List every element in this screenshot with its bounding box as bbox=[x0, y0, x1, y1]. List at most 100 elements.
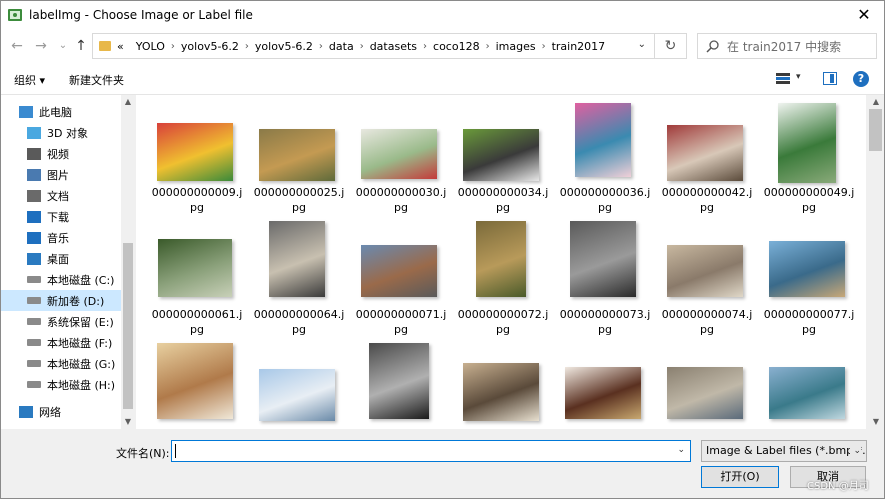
chevron-down-icon[interactable]: ⌄ bbox=[638, 39, 646, 50]
chevron-right-icon: › bbox=[485, 40, 490, 52]
drive-icon bbox=[27, 360, 41, 367]
file-list-scroll-thumb[interactable] bbox=[869, 109, 882, 151]
nav-scrollbar[interactable]: ▲ ▼ bbox=[121, 95, 135, 429]
sidebar-item[interactable]: 桌面 bbox=[1, 248, 121, 269]
file-item[interactable]: 000000000061.j pg bbox=[149, 217, 245, 336]
sidebar-item[interactable]: 网络 bbox=[1, 401, 121, 422]
computer-icon bbox=[19, 105, 33, 118]
sidebar-item-label: 文档 bbox=[47, 189, 69, 203]
sidebar-item[interactable]: 文档 bbox=[1, 185, 121, 206]
breadcrumb-train2017[interactable]: train2017 bbox=[552, 40, 606, 53]
sidebar-item[interactable]: 音乐 bbox=[1, 227, 121, 248]
file-item[interactable]: 000000000094.jpg bbox=[659, 339, 755, 429]
file-item[interactable]: 000000000092.jpg bbox=[557, 339, 653, 429]
filename-input[interactable]: ⌄ bbox=[171, 440, 691, 462]
file-name-ext: pg bbox=[292, 323, 306, 336]
file-name-ext: pg bbox=[394, 201, 408, 214]
image-thumbnail bbox=[769, 367, 845, 419]
address-bar[interactable]: « YOLO › yolov5-6.2 › yolov5-6.2 › data … bbox=[92, 33, 655, 59]
file-item[interactable]: 000000000072.j pg bbox=[455, 217, 551, 336]
file-name-ext: pg bbox=[394, 323, 408, 336]
chevron-down-icon[interactable]: ⌄ bbox=[677, 445, 685, 455]
refresh-button[interactable]: ↻ bbox=[655, 33, 687, 59]
forward-button[interactable]: → bbox=[31, 37, 51, 55]
scroll-down-icon[interactable]: ▼ bbox=[121, 415, 135, 429]
sidebar-item-label: 音乐 bbox=[47, 231, 69, 245]
chevron-down-icon[interactable]: ⌄ bbox=[850, 441, 861, 461]
sidebar-item[interactable]: 此电脑 bbox=[1, 101, 121, 122]
search-input[interactable]: 在 train2017 中搜索 bbox=[697, 33, 877, 59]
sidebar-item[interactable]: 本地磁盘 (C:) bbox=[1, 269, 121, 290]
sidebar-item[interactable]: 本地磁盘 (G:) bbox=[1, 353, 121, 374]
file-name-ext: pg bbox=[598, 201, 612, 214]
breadcrumb-overflow[interactable]: « bbox=[117, 40, 124, 53]
sidebar-item-label: 本地磁盘 (F:) bbox=[47, 336, 113, 350]
sidebar-item[interactable]: 本地磁盘 (H:) bbox=[1, 374, 121, 395]
sidebar-item[interactable]: 新加卷 (D:) bbox=[1, 290, 121, 311]
filename-label: 文件名(N): bbox=[116, 447, 170, 460]
network-icon bbox=[19, 405, 33, 418]
breadcrumb-coco128[interactable]: coco128 bbox=[433, 40, 480, 53]
desktop-icon bbox=[27, 252, 41, 265]
file-item[interactable]: 000000000077.j pg bbox=[761, 217, 857, 336]
file-name-ext: pg bbox=[292, 201, 306, 214]
sidebar-item[interactable]: 下载 bbox=[1, 206, 121, 227]
chevron-right-icon: › bbox=[170, 40, 175, 52]
view-dropdown-icon[interactable]: ▾ bbox=[796, 72, 801, 82]
organize-menu[interactable]: 组织 ▾ bbox=[14, 72, 45, 88]
sidebar-item-label: 此电脑 bbox=[39, 105, 72, 119]
file-item[interactable]: 000000000086.jpg bbox=[353, 339, 449, 429]
file-item[interactable]: 000000000049.j pg bbox=[761, 95, 857, 214]
back-button[interactable]: ← bbox=[7, 37, 27, 55]
file-name: 000000000073.j bbox=[559, 308, 651, 321]
open-button[interactable]: 打开(O) bbox=[701, 466, 779, 488]
file-item[interactable]: 000000000009.j pg bbox=[149, 95, 245, 214]
breadcrumb-yolov5-a[interactable]: yolov5-6.2 bbox=[181, 40, 239, 53]
view-options-icon[interactable] bbox=[776, 73, 790, 84]
breadcrumb-datasets[interactable]: datasets bbox=[370, 40, 417, 53]
help-icon[interactable]: ? bbox=[853, 71, 869, 87]
file-name-ext: pg bbox=[190, 201, 204, 214]
close-button[interactable]: ✕ bbox=[854, 5, 874, 25]
sidebar-item-label: 本地磁盘 (C:) bbox=[47, 273, 115, 287]
new-folder-button[interactable]: 新建文件夹 bbox=[69, 72, 124, 88]
file-item[interactable]: 000000000089.jpg bbox=[455, 339, 551, 429]
sidebar-item[interactable]: 系统保留 (E:) bbox=[1, 311, 121, 332]
documents-icon bbox=[27, 189, 41, 202]
file-item[interactable]: 000000000034.j pg bbox=[455, 95, 551, 214]
scroll-up-icon[interactable]: ▲ bbox=[121, 95, 135, 109]
video-icon bbox=[27, 147, 41, 160]
file-name: 000000000009.j bbox=[151, 186, 243, 199]
preview-pane-icon[interactable] bbox=[823, 72, 837, 85]
nav-scroll-thumb[interactable] bbox=[123, 243, 133, 409]
file-item[interactable]: 000000000036.j pg bbox=[557, 95, 653, 214]
sidebar-item[interactable]: 3D 对象 bbox=[1, 122, 121, 143]
recent-locations-button[interactable]: ⌄ bbox=[53, 37, 73, 55]
up-button[interactable]: ↑ bbox=[71, 37, 91, 55]
scroll-up-icon[interactable]: ▲ bbox=[869, 95, 883, 109]
sidebar-item[interactable]: 视频 bbox=[1, 143, 121, 164]
breadcrumb-yolo[interactable]: YOLO bbox=[136, 40, 165, 53]
sidebar-item[interactable]: 图片 bbox=[1, 164, 121, 185]
file-item[interactable]: 000000000074.j pg bbox=[659, 217, 755, 336]
file-item[interactable]: 000000000025.j pg bbox=[251, 95, 347, 214]
breadcrumb-images[interactable]: images bbox=[496, 40, 536, 53]
file-item[interactable]: 000000000042.j pg bbox=[659, 95, 755, 214]
sidebar-item[interactable]: 本地磁盘 (F:) bbox=[1, 332, 121, 353]
file-item[interactable]: 000000000078.jpg bbox=[149, 339, 245, 429]
file-item[interactable]: 000000000030.j pg bbox=[353, 95, 449, 214]
file-list-scrollbar[interactable]: ▲ ▼ bbox=[866, 95, 884, 429]
breadcrumb-yolov5-b[interactable]: yolov5-6.2 bbox=[255, 40, 313, 53]
image-thumbnail bbox=[778, 103, 836, 183]
file-item[interactable]: 000000000109.jpg bbox=[761, 339, 857, 429]
scroll-down-icon[interactable]: ▼ bbox=[869, 415, 883, 429]
image-thumbnail bbox=[369, 343, 429, 419]
filetype-select[interactable]: Image & Label files (*.bmp *. ⌄ bbox=[701, 440, 867, 462]
file-name: 000000000061.j bbox=[151, 308, 243, 321]
file-item[interactable]: 000000000064.j pg bbox=[251, 217, 347, 336]
file-item[interactable]: 000000000073.j pg bbox=[557, 217, 653, 336]
file-item[interactable]: 000000000071.j pg bbox=[353, 217, 449, 336]
file-item[interactable]: 000000000081.jpg bbox=[251, 339, 347, 429]
file-name: 000000000025.j bbox=[253, 186, 345, 199]
breadcrumb-data[interactable]: data bbox=[329, 40, 354, 53]
